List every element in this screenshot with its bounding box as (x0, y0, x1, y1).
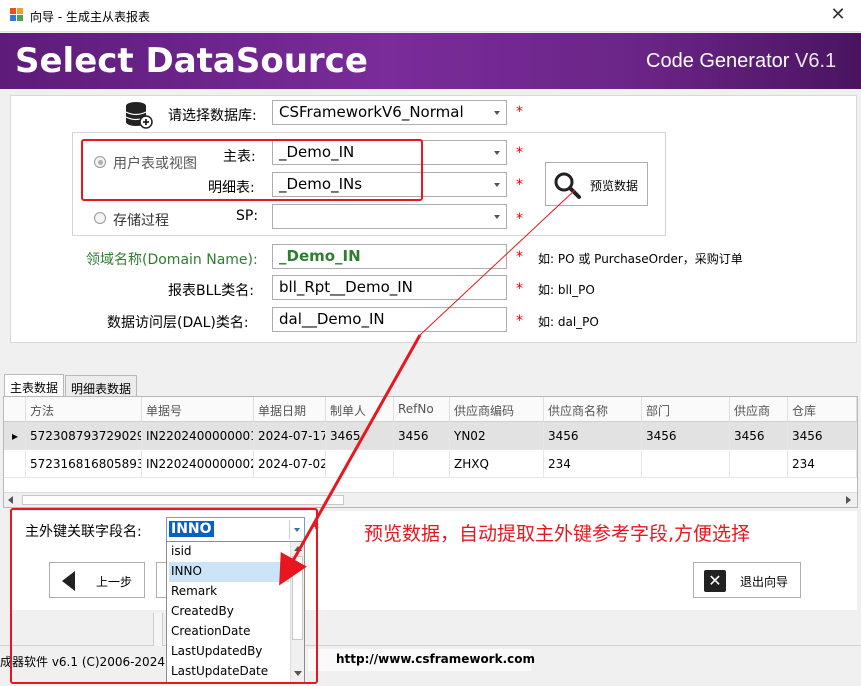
bll-class-input[interactable]: bll_Rpt__Demo_IN (272, 275, 507, 300)
table-cell[interactable]: 2024-07-02 (254, 450, 326, 478)
row-indicator-header (4, 397, 26, 422)
column-header[interactable]: 部门 (642, 397, 730, 422)
window-title: 向导 - 生成主从表报表 (30, 10, 150, 24)
annotation-text: 预览数据，自动提取主外键参考字段,方便选择 (364, 523, 751, 545)
tab-master-data[interactable]: 主表数据 (4, 374, 65, 397)
column-header[interactable]: RefNo (394, 397, 450, 422)
sp-select[interactable] (272, 204, 507, 229)
highlight-box (81, 139, 423, 201)
column-header[interactable]: 供应商名称 (544, 397, 642, 422)
table-cell[interactable]: 234 (544, 450, 642, 478)
required-mark: * (516, 145, 523, 161)
preview-button-label: 预览数据 (590, 179, 639, 193)
app-logo-icon (10, 8, 24, 22)
required-mark: * (516, 313, 523, 329)
table-cell[interactable]: 572308793729029 (26, 422, 142, 450)
required-mark: * (516, 104, 523, 120)
table-cell[interactable]: 234 (788, 450, 857, 478)
required-mark: * (516, 249, 523, 265)
scrollbar-thumb[interactable] (22, 495, 344, 505)
column-header[interactable]: 单据号 (142, 397, 254, 422)
table-cell[interactable]: 3456 (642, 422, 730, 450)
magnifier-icon (554, 172, 581, 199)
horizontal-scrollbar[interactable] (4, 492, 857, 507)
banner-subtitle: Code Generator V6.1 (646, 50, 836, 73)
highlight-box (10, 508, 318, 684)
exit-button-label: 退出向导 (740, 575, 789, 589)
product-name: Code Generator (646, 50, 795, 72)
table-cell[interactable]: 3456 (788, 422, 857, 450)
exit-x-icon: ✕ (704, 570, 726, 592)
column-header[interactable]: 供应商 (730, 397, 788, 422)
database-icon (124, 100, 154, 130)
table-cell[interactable] (394, 450, 450, 478)
table-cell[interactable]: IN2202400000002 (142, 450, 254, 478)
column-header[interactable]: 单据日期 (254, 397, 326, 422)
column-header[interactable]: 仓库 (788, 397, 857, 422)
table-cell[interactable]: 3465 (326, 422, 394, 450)
dal-class-label: 数据访问层(DAL)类名: (107, 315, 249, 331)
table-cell[interactable]: YN02 (450, 422, 544, 450)
column-header[interactable]: 供应商编码 (450, 397, 544, 422)
scroll-left-icon[interactable] (8, 496, 13, 504)
data-grid: 方法 单据号 单据日期 制单人 RefNo 供应商编码 供应商名称 部门 供应商… (3, 396, 858, 508)
bll-class-label: 报表BLL类名: (168, 283, 254, 299)
required-mark: * (516, 281, 523, 297)
database-label: 请选择数据库: (168, 108, 257, 124)
column-header[interactable]: 制单人 (326, 397, 394, 422)
close-icon[interactable]: ✕ (826, 4, 850, 28)
banner-title: Select DataSource (15, 41, 368, 81)
radio-proc-label: 存储过程 (113, 213, 169, 229)
database-select[interactable]: CSFrameworkV6_Normal (272, 100, 507, 125)
table-cell[interactable] (326, 450, 394, 478)
scroll-right-icon[interactable] (846, 496, 851, 504)
table-cell[interactable]: 2024-07-17 (254, 422, 326, 450)
sp-label: SP: (236, 208, 259, 224)
domain-name-label: 领域名称(Domain Name): (86, 252, 258, 268)
required-mark: * (516, 177, 523, 193)
required-mark: * (516, 211, 523, 227)
domain-hint: 如: PO 或 PurchaseOrder，采购订单 (538, 252, 743, 266)
tab-detail-data[interactable]: 明细表数据 (65, 375, 138, 397)
product-version: V6.1 (794, 50, 837, 72)
table-cell[interactable]: ZHXQ (450, 450, 544, 478)
table-cell[interactable]: IN2202400000001 (142, 422, 254, 450)
bll-hint: 如: bll_PO (538, 283, 595, 297)
row-indicator (4, 450, 26, 478)
table-cell[interactable] (730, 450, 788, 478)
domain-name-input[interactable]: _Demo_IN (272, 244, 507, 269)
banner: Select DataSource Code Generator V6.1 (0, 33, 861, 89)
dal-class-input[interactable]: dal__Demo_IN (272, 307, 507, 332)
table-cell[interactable] (642, 450, 730, 478)
table-cell[interactable]: 3456 (394, 422, 450, 450)
dal-hint: 如: dal_PO (538, 315, 599, 329)
website-url[interactable]: http://www.csframework.com (336, 652, 535, 666)
table-cell[interactable]: 3456 (730, 422, 788, 450)
preview-data-button[interactable]: 预览数据 (545, 162, 648, 206)
exit-wizard-button[interactable]: ✕ 退出向导 (693, 562, 801, 598)
title-bar: 向导 - 生成主从表报表 ✕ (0, 0, 861, 32)
table-cell[interactable]: 572316816805893 (26, 450, 142, 478)
radio-stored-procedure[interactable] (94, 212, 106, 224)
row-indicator-icon: ▸ (4, 422, 26, 450)
table-cell[interactable]: 3456 (544, 422, 642, 450)
column-header[interactable]: 方法 (26, 397, 142, 422)
